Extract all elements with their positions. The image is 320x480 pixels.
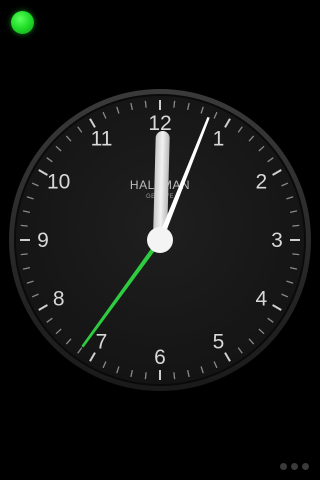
numeral-1: 1 — [213, 128, 225, 151]
numeral-11: 11 — [91, 128, 113, 151]
numeral-6: 6 — [154, 346, 166, 369]
minute-tick — [20, 253, 28, 256]
minute-tick — [292, 224, 300, 227]
center-cap — [147, 227, 173, 253]
minute-tick — [173, 372, 176, 380]
numeral-9: 9 — [37, 229, 49, 252]
minute-tick — [144, 372, 147, 380]
numeral-5: 5 — [213, 330, 225, 353]
page-dot[interactable] — [280, 463, 287, 470]
numeral-10: 10 — [47, 171, 70, 194]
analog-clock: 121234567891011 HALLMAN GENEVE — [9, 89, 311, 391]
minute-tick — [173, 100, 176, 108]
page-dot[interactable] — [291, 463, 298, 470]
numeral-7: 7 — [96, 330, 108, 353]
numeral-4: 4 — [255, 288, 267, 311]
numeral-3: 3 — [271, 229, 283, 252]
page-dot[interactable] — [302, 463, 309, 470]
numeral-2: 2 — [255, 171, 267, 194]
numeral-8: 8 — [53, 288, 65, 311]
minute-tick — [292, 253, 300, 256]
minute-tick — [144, 100, 147, 108]
minute-tick — [20, 224, 28, 227]
page-indicator — [280, 463, 309, 470]
numeral-12: 12 — [148, 112, 171, 135]
